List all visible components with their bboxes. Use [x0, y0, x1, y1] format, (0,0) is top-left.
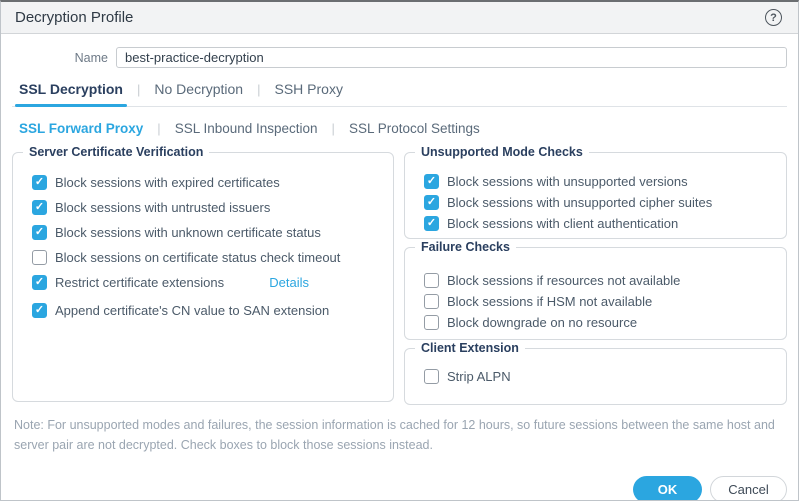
decryption-profile-dialog: Decryption Profile ? Name SSL Decryption…: [0, 0, 799, 501]
dialog-titlebar: Decryption Profile ?: [1, 2, 798, 34]
section-legend: Server Certificate Verification: [23, 145, 210, 159]
checkbox-label: Block sessions if HSM not available: [447, 294, 653, 309]
ok-button[interactable]: OK: [633, 476, 702, 500]
unsupported-checklist: Block sessions with unsupported versions…: [424, 171, 774, 234]
unchecked-checkbox[interactable]: [424, 369, 439, 384]
checkbox-row[interactable]: Strip ALPN: [424, 366, 774, 387]
checked-checkbox[interactable]: [32, 174, 47, 190]
tab-separator: |: [157, 121, 161, 136]
checkbox-label: Block sessions with unsupported cipher s…: [447, 195, 713, 210]
failure-checklist: Block sessions if resources not availabl…: [424, 270, 774, 333]
checked-checkbox[interactable]: [32, 302, 47, 318]
checkbox-label: Block sessions with expired certificates: [55, 174, 280, 190]
name-field-row: Name: [12, 47, 787, 68]
tab-ssl-decryption[interactable]: SSL Decryption: [15, 81, 127, 107]
section-legend: Failure Checks: [415, 240, 516, 254]
unchecked-checkbox[interactable]: [424, 273, 439, 288]
checkbox-row[interactable]: Block sessions with expired certificates: [32, 170, 381, 194]
checkbox-row[interactable]: Block sessions with untrusted issuers: [32, 195, 381, 219]
unchecked-checkbox[interactable]: [32, 249, 47, 265]
tab-separator: |: [257, 82, 261, 97]
checkbox-row[interactable]: Block sessions with client authenticatio…: [424, 213, 774, 234]
section-unsupported-mode-checks: Unsupported Mode Checks Block sessions w…: [404, 145, 787, 239]
section-server-certificate-verification: Server Certificate Verification Block se…: [12, 145, 394, 402]
checkbox-label: Strip ALPN: [447, 369, 511, 384]
checked-checkbox[interactable]: [32, 224, 47, 240]
checked-checkbox[interactable]: [32, 199, 47, 215]
checkbox-row[interactable]: Block sessions on certificate status che…: [32, 245, 381, 269]
checkbox-row[interactable]: Block sessions with unsupported versions: [424, 171, 774, 192]
checkbox-row[interactable]: Block sessions with unknown certificate …: [32, 220, 381, 244]
dialog-title: Decryption Profile: [15, 9, 134, 26]
dialog-body: Name SSL Decryption | No Decryption | SSH Pr…: [1, 34, 798, 500]
section-failure-checks: Failure Checks Block sessions if resourc…: [404, 240, 787, 340]
checked-checkbox[interactable]: [424, 216, 439, 231]
main-tab-bar: SSL Decryption | No Decryption | SSH Proxy: [12, 81, 787, 107]
section-legend: Unsupported Mode Checks: [415, 145, 589, 159]
note-text: Note: For unsupported modes and failures…: [14, 418, 775, 452]
checkbox-label: Block sessions with client authenticatio…: [447, 216, 679, 231]
checkbox-row[interactable]: Block sessions with unsupported cipher s…: [424, 192, 774, 213]
section-client-extension: Client Extension Strip ALPN: [404, 341, 787, 405]
checked-checkbox[interactable]: [424, 174, 439, 189]
checkbox-row[interactable]: Block downgrade on no resource: [424, 312, 774, 333]
checkbox-label: Block sessions with unknown certificate …: [55, 224, 321, 240]
tab-no-decryption[interactable]: No Decryption: [150, 81, 247, 106]
checkbox-label: Restrict certificate extensions: [55, 274, 225, 290]
tab-ssl-forward-proxy[interactable]: SSL Forward Proxy: [15, 121, 147, 136]
tab-separator: |: [331, 121, 335, 136]
cancel-button[interactable]: Cancel: [710, 476, 787, 500]
server-cert-checklist: Block sessions with expired certificates…: [32, 170, 381, 322]
unchecked-checkbox[interactable]: [424, 294, 439, 309]
unchecked-checkbox[interactable]: [424, 315, 439, 330]
checkbox-row[interactable]: Append certificate's CN value to SAN ext…: [32, 298, 381, 322]
checkbox-label: Block sessions if resources not availabl…: [447, 273, 681, 288]
details-link[interactable]: Details: [269, 275, 309, 290]
name-input[interactable]: [116, 47, 787, 68]
section-legend: Client Extension: [415, 341, 525, 355]
sub-tab-bar: SSL Forward Proxy | SSL Inbound Inspection…: [12, 121, 787, 136]
tab-ssl-protocol-settings[interactable]: SSL Protocol Settings: [345, 121, 484, 136]
right-column: Unsupported Mode Checks Block sessions w…: [404, 145, 787, 405]
checked-checkbox[interactable]: [424, 195, 439, 210]
checkbox-label: Append certificate's CN value to SAN ext…: [55, 302, 330, 318]
checkbox-label: Block downgrade on no resource: [447, 315, 638, 330]
name-label: Name: [74, 50, 108, 65]
checkbox-label: Block sessions with untrusted issuers: [55, 199, 271, 215]
tab-ssh-proxy[interactable]: SSH Proxy: [270, 81, 346, 106]
help-icon[interactable]: ?: [765, 9, 782, 26]
dialog-footer: OK Cancel: [12, 476, 787, 500]
checked-checkbox[interactable]: [32, 274, 47, 290]
checkbox-row[interactable]: Block sessions if HSM not available: [424, 291, 774, 312]
tab-ssl-inbound-inspection[interactable]: SSL Inbound Inspection: [171, 121, 322, 136]
checkbox-label: Block sessions with unsupported versions: [447, 174, 688, 189]
settings-panels: Server Certificate Verification Block se…: [12, 145, 787, 405]
checkbox-row[interactable]: Restrict certificate extensions Details: [32, 270, 381, 294]
checkbox-label: Block sessions on certificate status che…: [55, 249, 341, 265]
tab-separator: |: [137, 82, 141, 97]
checkbox-row[interactable]: Block sessions if resources not availabl…: [424, 270, 774, 291]
client-extension-checklist: Strip ALPN: [424, 366, 774, 387]
